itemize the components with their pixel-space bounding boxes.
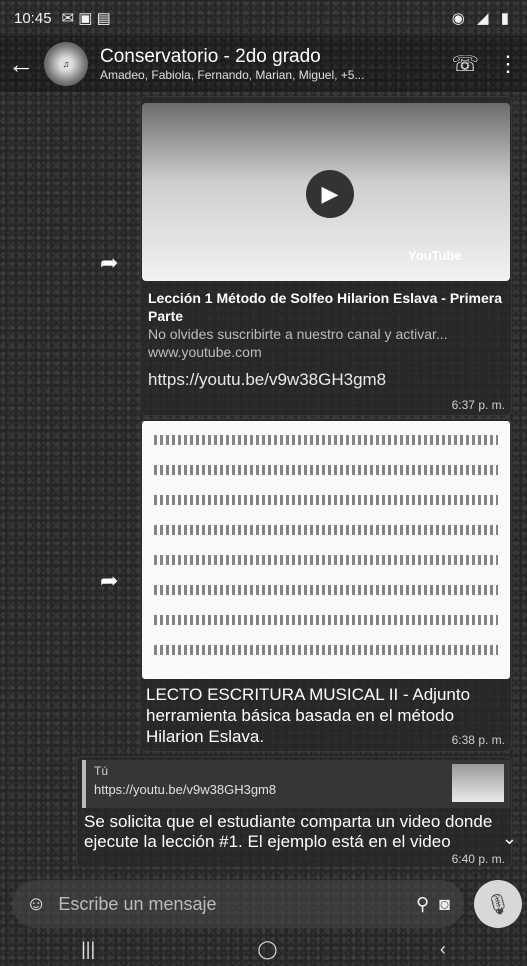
back-arrow-icon[interactable]: ←: [8, 49, 44, 80]
chat-info[interactable]: Conservatorio - 2do grado Amadeo, Fabiol…: [100, 46, 443, 82]
recent-apps-icon[interactable]: |||: [81, 939, 95, 960]
camera-icon[interactable]: ◙: [439, 894, 450, 915]
message-time: 6:38 p. m.: [451, 733, 505, 747]
chat-header: ← ♫ Conservatorio - 2do grado Amadeo, Fa…: [0, 36, 527, 92]
message-text: Se solicita que el estudiante comparta u…: [84, 812, 493, 851]
home-icon[interactable]: ◯: [257, 939, 277, 960]
scroll-down-icon[interactable]: ⌄: [502, 828, 517, 849]
system-icons: ◉ ◢ ▮: [451, 10, 513, 27]
forward-icon[interactable]: ➦: [100, 250, 118, 276]
message-link[interactable]: https://youtu.be/v9w38GH3gm8: [148, 370, 386, 390]
youtube-logo: YouTube: [408, 248, 462, 263]
quoted-message[interactable]: Tú https://youtu.be/v9w38GH3gm8: [82, 760, 510, 808]
chat-members: Amadeo, Fabiola, Fernando, Marian, Migue…: [100, 68, 365, 82]
more-options-icon[interactable]: ⋮: [497, 51, 519, 77]
quote-text: https://youtu.be/v9w38GH3gm8: [94, 782, 277, 797]
attach-icon[interactable]: ⚲: [416, 894, 429, 915]
message-input[interactable]: [56, 892, 406, 916]
quote-thumbnail: [452, 764, 504, 802]
link-preview-title[interactable]: Lección 1 Método de Solfeo Hilarion Esla…: [148, 289, 508, 325]
play-icon[interactable]: ▶: [306, 170, 354, 218]
message-time: 6:40 p. m.: [451, 852, 505, 866]
chat-title: Conservatorio - 2do grado: [100, 46, 321, 67]
emoji-icon[interactable]: ☺: [26, 893, 46, 916]
status-bar: 10:45 ✉ ▣ ▤ ◉ ◢ ▮: [0, 0, 527, 36]
notification-icons: ✉ ▣ ▤: [61, 10, 111, 27]
composer: ☺ ⚲ ◙: [12, 880, 464, 928]
system-navigation-bar: ||| ◯ ‹: [0, 932, 527, 966]
quote-author: Tú: [94, 764, 109, 778]
link-preview-description: No olvides suscribirte a nuestro canal y…: [148, 326, 448, 360]
back-nav-icon[interactable]: ‹: [440, 939, 446, 960]
group-avatar[interactable]: ♫: [44, 42, 88, 86]
document-preview[interactable]: [142, 421, 510, 679]
microphone-button[interactable]: 🎙: [474, 880, 522, 928]
forward-icon[interactable]: ➦: [100, 568, 118, 594]
message-time: 6:37 p. m.: [451, 398, 505, 412]
status-time: 10:45: [14, 9, 52, 27]
add-call-icon[interactable]: ☏: [451, 51, 479, 77]
